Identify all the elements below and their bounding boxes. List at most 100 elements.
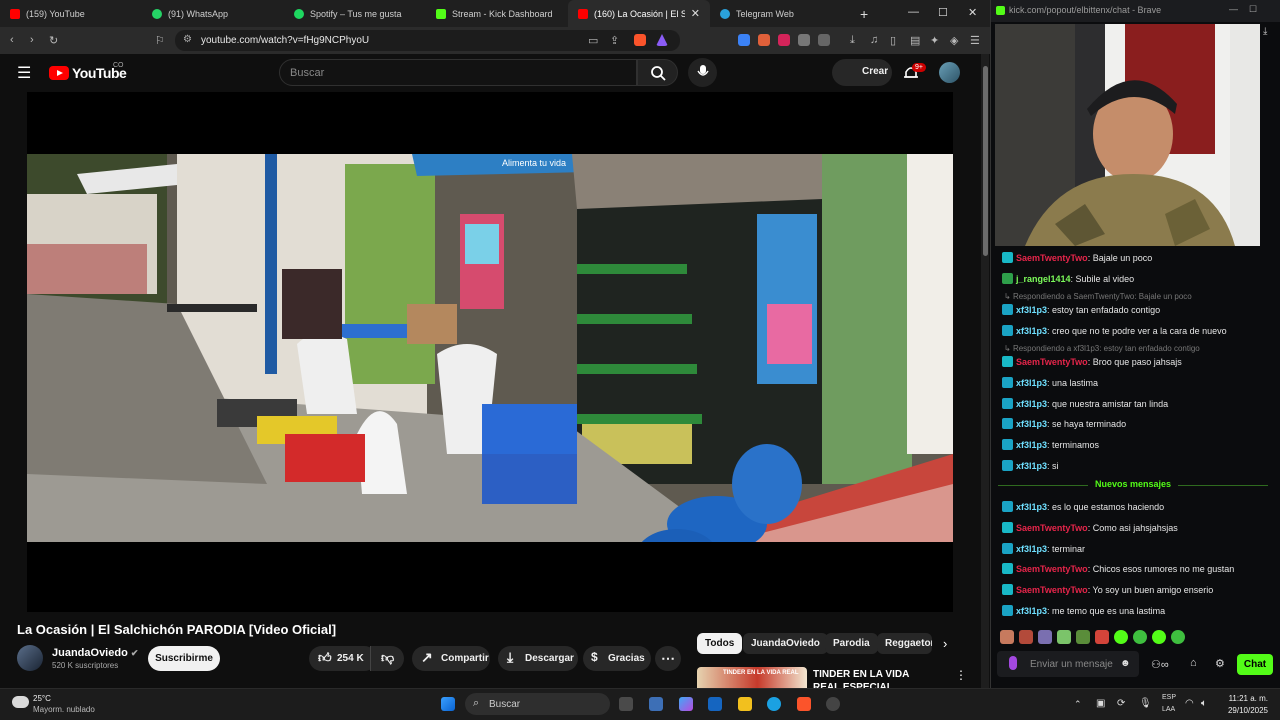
chat-username[interactable]: SaemTwentyTwo — [1016, 253, 1088, 263]
share-button[interactable]: ↗ Compartir — [412, 646, 490, 671]
weather-cloud-icon[interactable] — [12, 696, 29, 708]
chevron-up-icon[interactable]: ⌃ — [1074, 699, 1082, 710]
chip-reggaeton[interactable]: Reggaeton — [877, 633, 932, 654]
music-icon[interactable]: ♫ — [870, 34, 878, 46]
microphone-icon[interactable]: 🎙︎ — [1139, 698, 1152, 709]
translate-icon[interactable] — [738, 34, 750, 46]
chat-username[interactable]: xf3l1p3 — [1016, 305, 1047, 315]
emote-icon[interactable] — [1076, 630, 1090, 644]
cast-icon[interactable]: ▭ — [588, 34, 598, 47]
settings-gear-icon[interactable]: ⚙ — [1215, 657, 1225, 670]
emote-icon[interactable] — [1152, 630, 1166, 644]
brave-shields-icon[interactable] — [634, 34, 646, 46]
forward-icon[interactable]: › — [30, 34, 34, 46]
close-tab-icon[interactable]: ✕ — [691, 7, 700, 20]
chat-username[interactable]: SaemTwentyTwo — [1016, 564, 1088, 574]
chat-username[interactable]: SaemTwentyTwo — [1016, 585, 1088, 595]
file-explorer-icon[interactable] — [738, 697, 752, 711]
minimize-icon[interactable]: — — [1229, 4, 1238, 14]
taskbar-clock[interactable]: 11:21 a. m. — [1226, 694, 1268, 703]
chat-username[interactable]: xf3l1p3 — [1016, 326, 1047, 336]
emote-icon[interactable] — [1000, 630, 1014, 644]
more-actions-icon[interactable]: ⋯ — [655, 646, 681, 671]
menu-icon[interactable]: ☰ — [970, 34, 980, 47]
store-icon[interactable] — [708, 697, 722, 711]
taskbar-search[interactable]: ⌕ Buscar — [465, 693, 610, 715]
extensions-puzzle-icon[interactable] — [798, 34, 810, 46]
chat-username[interactable]: xf3l1p3 — [1016, 378, 1047, 388]
dislike-button[interactable]: 👎︎ — [370, 646, 404, 671]
new-tab-button[interactable]: + — [860, 6, 868, 22]
related-title[interactable]: TINDER EN LA VIDA REAL ESPECIAL HALLOWEE… — [813, 668, 933, 688]
weather-description[interactable]: Mayorm. nublado — [33, 705, 95, 714]
chat-username[interactable]: xf3l1p3 — [1016, 606, 1047, 616]
maximize-icon[interactable]: ☐ — [938, 6, 948, 19]
language-region[interactable]: LAA — [1162, 706, 1175, 713]
copilot-icon[interactable] — [679, 697, 693, 711]
chat-username[interactable]: SaemTwentyTwo — [1016, 357, 1088, 367]
taskbar-date[interactable]: 29/10/2025 — [1220, 706, 1268, 715]
chat-input[interactable]: Enviar un mensaje ☻ — [997, 651, 1139, 677]
extension-icon[interactable] — [758, 34, 770, 46]
gift-icon[interactable]: ⌂ — [1190, 657, 1197, 669]
tab-la-ocasion[interactable]: (160) La Ocasión | El Salchi ✕ — [568, 0, 710, 27]
emote-icon[interactable] — [1019, 630, 1033, 644]
leo-icon[interactable]: ✦ — [930, 34, 939, 47]
windows-start-icon[interactable] — [441, 697, 455, 711]
chevron-right-icon[interactable]: › — [943, 636, 947, 651]
channel-name[interactable]: JuandaOviedo ✔ — [52, 647, 138, 659]
chip-parodia[interactable]: Parodia — [825, 633, 878, 654]
tab-telegram[interactable]: Telegram Web — [710, 0, 852, 27]
snipping-tool-icon[interactable] — [649, 697, 663, 711]
close-window-icon[interactable]: ✕ — [968, 6, 977, 19]
maximize-icon[interactable]: ☐ — [1249, 4, 1257, 15]
extension-icon[interactable] — [778, 34, 790, 46]
tab-kick-dashboard[interactable]: Stream - Kick Dashboard — [426, 0, 568, 27]
brave-icon[interactable] — [797, 697, 811, 711]
sync-icon[interactable]: ⟳ — [1117, 698, 1125, 709]
wifi-icon[interactable]: ◠ — [1185, 698, 1194, 709]
subscribe-button[interactable]: Suscribirme — [148, 646, 220, 671]
download-icon[interactable]: ⤓ — [1263, 26, 1267, 37]
extension-icon[interactable] — [818, 34, 830, 46]
download-button[interactable]: ⤓ Descargar — [498, 646, 578, 671]
users-icon[interactable]: ⚇∞ — [1151, 658, 1169, 671]
chat-username[interactable]: xf3l1p3 — [1016, 399, 1047, 409]
share-icon[interactable]: ⇪ — [610, 34, 619, 47]
voice-search-button[interactable] — [688, 58, 717, 87]
chat-username[interactable]: xf3l1p3 — [1016, 544, 1047, 554]
tab-whatsapp[interactable]: (91) WhatsApp — [142, 0, 284, 27]
emote-icon[interactable] — [1114, 630, 1128, 644]
address-bar[interactable]: ⚙ youtube.com/watch?v=fHg9NCPhyoU — [175, 30, 680, 51]
back-icon[interactable]: ‹ — [10, 34, 14, 46]
youtube-logo-icon[interactable] — [49, 66, 69, 80]
wallet-icon[interactable]: ▤ — [910, 34, 920, 47]
tray-icon[interactable]: ▣ — [1096, 698, 1105, 709]
chip-all[interactable]: Todos — [697, 633, 743, 654]
channel-avatar[interactable] — [17, 645, 43, 671]
sidebar-icon[interactable]: ▯ — [890, 34, 896, 47]
vpn-icon[interactable]: ◈ — [950, 34, 958, 47]
tab-youtube[interactable]: (159) YouTube — [0, 0, 142, 27]
emoji-icon[interactable]: ☻ — [1120, 658, 1131, 669]
more-vert-icon[interactable]: ⋮ — [955, 668, 967, 682]
scrollbar-thumb[interactable] — [983, 66, 988, 256]
edge-icon[interactable] — [767, 697, 781, 711]
hamburger-menu-icon[interactable]: ☰ — [17, 63, 31, 83]
chat-username[interactable]: xf3l1p3 — [1016, 419, 1047, 429]
create-button[interactable]: Crear — [832, 59, 892, 86]
reload-icon[interactable]: ↻ — [49, 34, 58, 47]
task-view-icon[interactable] — [619, 697, 633, 711]
volume-icon[interactable]: 🔈︎ — [1201, 698, 1207, 709]
related-thumbnail[interactable]: TINDER EN LA VIDA REAL — [697, 667, 807, 688]
download-icon[interactable]: ⤓ — [850, 34, 855, 47]
thanks-button[interactable]: $ Gracias — [583, 646, 651, 671]
chip-channel[interactable]: JuandaOviedo — [743, 633, 828, 654]
emote-icon[interactable] — [1038, 630, 1052, 644]
language-indicator[interactable]: ESP — [1162, 694, 1176, 701]
chat-username[interactable]: xf3l1p3 — [1016, 502, 1047, 512]
chat-username[interactable]: xf3l1p3 — [1016, 461, 1047, 471]
video-player[interactable]: Alimenta tu vida — [27, 92, 953, 612]
chat-username[interactable]: SaemTwentyTwo — [1016, 523, 1088, 533]
like-button[interactable]: 👍︎ 254 K — [309, 646, 377, 671]
